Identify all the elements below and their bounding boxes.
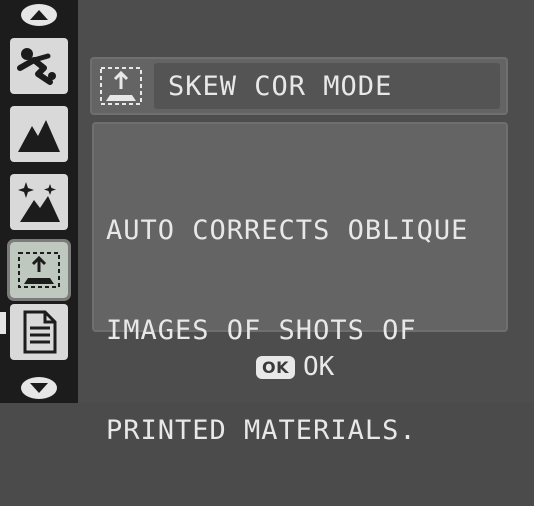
scroll-down-button[interactable] bbox=[0, 373, 78, 403]
description-line: PRINTED MATERIALS. bbox=[106, 415, 417, 446]
description-line: AUTO CORRECTS OBLIQUE bbox=[106, 215, 469, 246]
mode-description: AUTO CORRECTS OBLIQUE IMAGES OF SHOTS OF… bbox=[106, 156, 501, 506]
sports-mode-item[interactable] bbox=[10, 38, 68, 94]
skew-correction-icon bbox=[100, 67, 142, 105]
skew-correction-icon bbox=[18, 252, 60, 288]
up-arrow-icon bbox=[21, 4, 57, 26]
ok-label: OK bbox=[303, 352, 335, 382]
selection-indicator bbox=[0, 312, 6, 334]
mode-title-bar: SKEW COR MODE bbox=[90, 57, 508, 115]
skew-correction-mode-item[interactable] bbox=[7, 239, 71, 301]
landscape-icon bbox=[18, 120, 60, 152]
down-arrow-icon bbox=[21, 377, 57, 399]
description-line: IMAGES OF SHOTS OF bbox=[106, 315, 417, 346]
mode-description-panel: AUTO CORRECTS OBLIQUE IMAGES OF SHOTS OF… bbox=[92, 122, 508, 446]
scene-mode-screen: SKEW COR MODE AUTO CORRECTS OBLIQUE IMAG… bbox=[0, 0, 534, 446]
ok-button[interactable]: OK OK bbox=[256, 350, 334, 384]
mode-title: SKEW COR MODE bbox=[168, 70, 393, 102]
text-mode-icon bbox=[23, 310, 57, 354]
landscape-mode-item[interactable] bbox=[10, 106, 68, 162]
scroll-up-button[interactable] bbox=[0, 0, 78, 30]
text-mode-item[interactable] bbox=[10, 304, 68, 360]
sports-icon bbox=[17, 48, 56, 85]
title-label-box: SKEW COR MODE bbox=[154, 63, 500, 109]
night-scene-icon bbox=[18, 182, 60, 222]
ok-key-icon: OK bbox=[256, 355, 295, 379]
title-mode-icon bbox=[98, 65, 144, 107]
scene-mode-sidebar bbox=[0, 0, 78, 403]
night-scene-mode-item[interactable] bbox=[10, 174, 68, 230]
